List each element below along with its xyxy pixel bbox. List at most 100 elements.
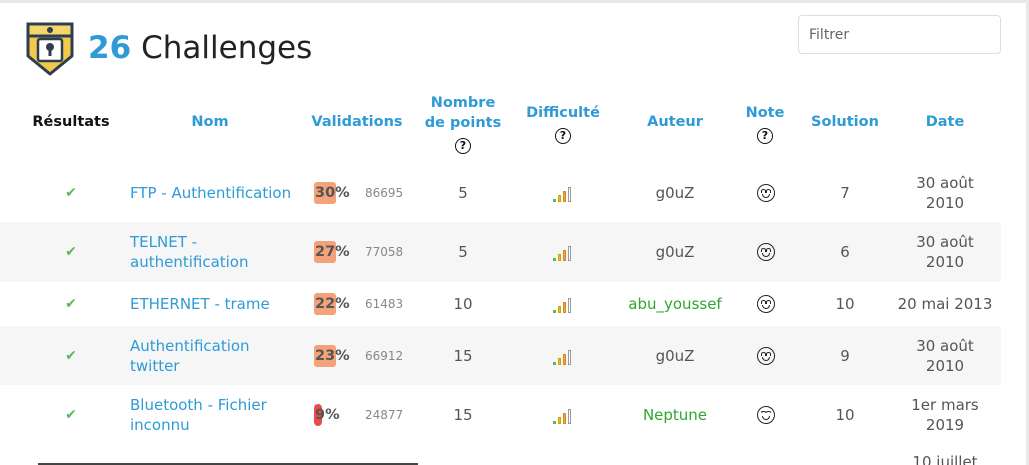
challenge-name-line1: Bluetooth - Fichier bbox=[130, 395, 267, 414]
difficulty-bars-icon bbox=[553, 406, 577, 424]
validation-percent: 9% bbox=[314, 403, 348, 426]
difficulty-bar bbox=[563, 302, 566, 313]
partial-row-date: 10 juillet bbox=[912, 454, 978, 465]
challenge-name-link[interactable]: FTP - Authentification bbox=[130, 183, 291, 203]
validations-cell: 23% 66912 bbox=[314, 326, 414, 385]
date-line2: 2010 bbox=[925, 356, 965, 375]
column-author[interactable]: Auteur bbox=[625, 112, 725, 132]
check-icon: ✔ bbox=[65, 406, 77, 423]
table-row[interactable]: ✔ TELNET - authentification 27% 77058 5 … bbox=[0, 222, 1001, 282]
validations-cell: 9% 24877 bbox=[314, 385, 414, 444]
check-icon: ✔ bbox=[65, 296, 77, 312]
difficulty-bar bbox=[558, 416, 561, 424]
table-row[interactable]: ✔ Authentification twitter 23% 66912 15 … bbox=[0, 326, 1001, 385]
challenge-name-link[interactable]: TELNET - authentification bbox=[130, 232, 249, 272]
note-cell bbox=[750, 385, 782, 444]
validations-cell: 27% 77058 bbox=[314, 222, 414, 282]
validations-cell: 30% 86695 bbox=[314, 163, 414, 222]
frame-top-border bbox=[0, 0, 1029, 3]
column-note[interactable]: Note ? bbox=[735, 103, 795, 145]
name-cell: TELNET - authentification bbox=[130, 222, 305, 282]
date-line2: 2019 bbox=[925, 415, 965, 434]
challenge-name-link[interactable]: Authentification twitter bbox=[130, 336, 250, 376]
difficulty-bar bbox=[553, 310, 556, 313]
column-difficulty[interactable]: Difficulté ? bbox=[513, 103, 613, 145]
challenge-name-line1: Authentification bbox=[130, 336, 250, 355]
validations-cell: 22% 61483 bbox=[314, 282, 414, 326]
validation-percent-text: 9% bbox=[315, 406, 340, 423]
date-line1: 30 août bbox=[916, 336, 974, 355]
challenge-name-line2: authentification bbox=[130, 253, 249, 271]
solutions-link[interactable]: 6 bbox=[815, 222, 875, 282]
smile-icon bbox=[757, 405, 775, 424]
difficulty-cell bbox=[545, 163, 585, 222]
points-cell: 15 bbox=[453, 405, 473, 424]
result-cell: ✔ bbox=[55, 222, 87, 282]
author-link[interactable]: g0uZ bbox=[610, 326, 740, 385]
difficulty-bar bbox=[568, 186, 571, 202]
difficulty-bar bbox=[563, 412, 566, 424]
author-link[interactable]: Neptune bbox=[610, 385, 740, 444]
result-cell: ✔ bbox=[55, 163, 87, 222]
validation-percent-text: 22% bbox=[315, 296, 350, 312]
difficulty-bar bbox=[568, 349, 571, 365]
name-cell: Bluetooth - Fichier inconnu bbox=[130, 385, 305, 444]
column-solution[interactable]: Solution bbox=[805, 112, 885, 132]
difficulty-bars-icon bbox=[553, 347, 577, 365]
page-title-text: Challenges bbox=[141, 30, 313, 66]
difficulty-help-icon[interactable]: ? bbox=[555, 128, 571, 144]
date-cell: 30 août 2010 bbox=[895, 163, 995, 222]
author-link[interactable]: g0uZ bbox=[610, 163, 740, 222]
solutions-link[interactable]: 9 bbox=[815, 326, 875, 385]
date-line1: 30 août bbox=[916, 173, 974, 192]
date-cell: 20 mai 2013 bbox=[895, 282, 995, 326]
note-help-icon[interactable]: ? bbox=[757, 128, 773, 144]
column-results: Résultats bbox=[32, 114, 110, 130]
filter-input[interactable] bbox=[798, 15, 1001, 54]
star-eyes-icon bbox=[757, 243, 775, 261]
table-row[interactable]: ✔ FTP - Authentification 30% 86695 5 g0u… bbox=[0, 163, 1001, 222]
difficulty-bar bbox=[558, 306, 561, 313]
difficulty-bar bbox=[568, 246, 571, 261]
challenge-name-link[interactable]: Bluetooth - Fichier inconnu bbox=[130, 395, 267, 435]
validation-count: 77058 bbox=[365, 245, 404, 259]
validation-percent: 22% bbox=[314, 293, 350, 315]
solutions-link[interactable]: 10 bbox=[815, 385, 875, 444]
difficulty-cell bbox=[545, 222, 585, 282]
difficulty-bar bbox=[563, 353, 566, 365]
points-cell: 5 bbox=[458, 243, 468, 261]
column-points-line1: Nombre bbox=[430, 95, 496, 111]
author-link[interactable]: abu_youssef bbox=[610, 282, 740, 326]
points-help-icon[interactable]: ? bbox=[455, 138, 471, 154]
date-cell: 1er mars 2019 bbox=[895, 385, 995, 444]
column-name[interactable]: Nom bbox=[170, 112, 250, 132]
table-row[interactable]: ✔ ETHERNET - trame 22% 61483 10 abu_yous… bbox=[0, 282, 1001, 326]
challenge-name-link[interactable]: ETHERNET - trame bbox=[130, 294, 270, 314]
name-cell: ETHERNET - trame bbox=[130, 282, 305, 326]
column-note-label: Note bbox=[745, 105, 785, 121]
note-cell bbox=[750, 282, 782, 326]
column-points[interactable]: Nombre de points ? bbox=[413, 93, 513, 155]
table-row[interactable]: ✔ Bluetooth - Fichier inconnu 9% 24877 1… bbox=[0, 385, 1001, 444]
difficulty-bar bbox=[568, 298, 571, 313]
solutions-link[interactable]: 7 bbox=[815, 163, 875, 222]
difficulty-bars-icon bbox=[553, 243, 577, 261]
column-date[interactable]: Date bbox=[905, 112, 985, 132]
points-cell: 10 bbox=[453, 295, 473, 313]
author-link[interactable]: g0uZ bbox=[610, 222, 740, 282]
solutions-link[interactable]: 10 bbox=[815, 282, 875, 326]
date-line2: 2010 bbox=[925, 193, 965, 212]
validation-percent: 27% bbox=[314, 241, 350, 263]
validation-percent-text: 27% bbox=[315, 244, 350, 260]
star-eyes-icon bbox=[757, 295, 775, 313]
challenge-name-line1: TELNET - bbox=[130, 233, 198, 251]
validation-count: 86695 bbox=[365, 185, 404, 200]
date-cell: 30 août 2010 bbox=[895, 326, 995, 385]
difficulty-bars-icon bbox=[553, 295, 577, 313]
column-validations[interactable]: Validations bbox=[306, 112, 408, 132]
note-cell bbox=[750, 163, 782, 222]
name-cell: Authentification twitter bbox=[130, 326, 305, 385]
points-cell: 15 bbox=[453, 346, 473, 365]
column-points-line2: de points bbox=[424, 115, 502, 131]
difficulty-bar bbox=[563, 250, 566, 261]
